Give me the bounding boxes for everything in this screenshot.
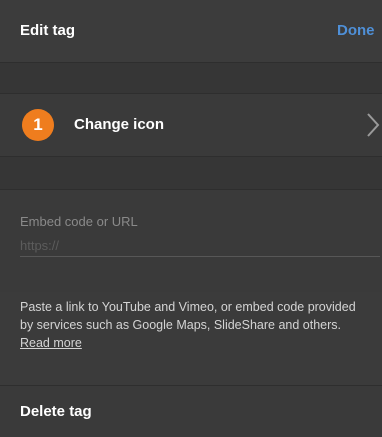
embed-label: Embed code or URL — [20, 214, 138, 229]
change-icon-label: Change icon — [74, 116, 165, 133]
delete-tag-row[interactable]: Delete tag — [0, 386, 382, 437]
chevron-right-icon — [367, 113, 380, 137]
tag-number-badge: 1 — [22, 109, 54, 141]
embed-hint: Paste a link to YouTube and Vimeo, or em… — [20, 298, 372, 352]
panel-title: Edit tag — [20, 22, 75, 39]
embed-hint-text: Paste a link to YouTube and Vimeo, or em… — [20, 300, 356, 332]
embed-section: Embed code or URL — [0, 190, 382, 292]
read-more-link[interactable]: Read more — [20, 336, 82, 350]
panel-header: Edit tag Done — [0, 0, 382, 62]
section-spacer — [0, 157, 382, 189]
done-button[interactable]: Done — [337, 22, 375, 39]
section-spacer — [0, 63, 382, 93]
edit-tag-panel: Edit tag Done 1 Change icon Embed code o… — [0, 0, 382, 437]
embed-url-input[interactable] — [20, 234, 380, 257]
change-icon-row[interactable]: 1 Change icon — [0, 94, 382, 156]
delete-tag-button[interactable]: Delete tag — [20, 403, 92, 420]
